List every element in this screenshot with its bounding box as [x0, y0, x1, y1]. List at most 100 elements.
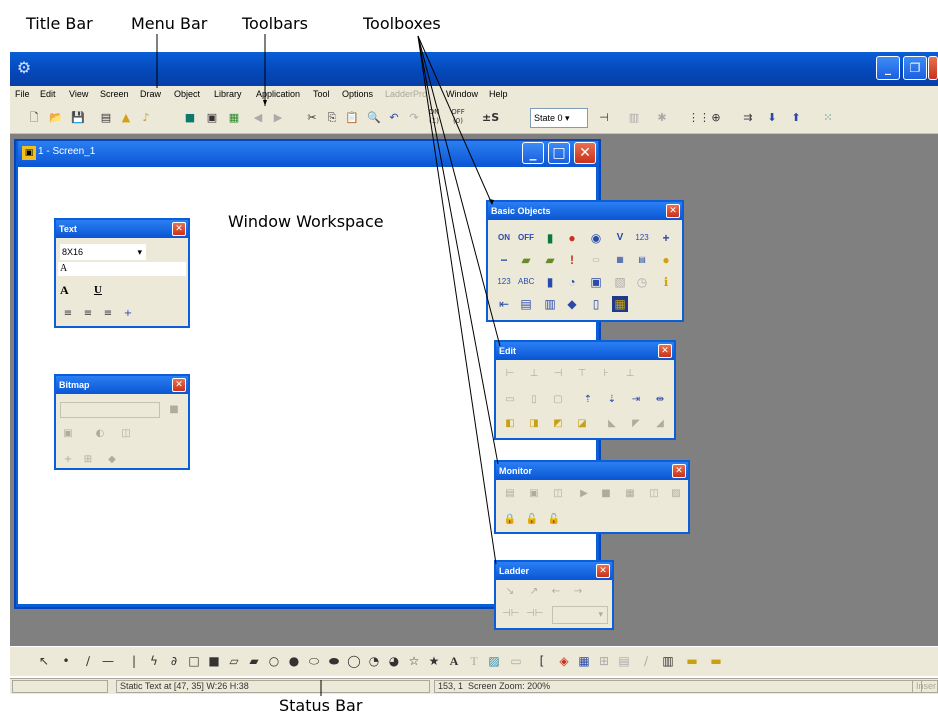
grid-icon[interactable]: ▦	[226, 110, 242, 126]
info-icon[interactable]: ℹ	[658, 274, 674, 290]
run-icon[interactable]: ▶	[576, 486, 592, 502]
lock-icon[interactable]: 🔒	[502, 512, 518, 528]
align-center-icon[interactable]: ≡	[80, 306, 96, 322]
open-folder-icon[interactable]: 📂	[48, 110, 64, 126]
center-v-icon[interactable]: ⇹	[652, 392, 668, 408]
message-icon[interactable]: ▤	[634, 252, 650, 268]
film-icon[interactable]: ▯	[588, 296, 604, 312]
bitmap-select[interactable]	[60, 402, 160, 418]
filled-pie-icon[interactable]: ◕	[386, 652, 402, 670]
snap-icon[interactable]: ⊕	[708, 110, 724, 126]
paste-icon[interactable]: 📋	[344, 110, 360, 126]
screen-maximize-button[interactable]: □	[548, 142, 570, 164]
list-icon[interactable]: ▤	[518, 296, 534, 312]
rectangle-icon[interactable]: □	[186, 652, 202, 670]
app-icon[interactable]: ⚙	[14, 58, 34, 78]
line-icon[interactable]: ∕	[80, 652, 96, 670]
contact-icon[interactable]: ⊣⊢	[502, 606, 519, 622]
bring-forward-icon[interactable]: ◩	[550, 416, 566, 432]
abc-text-icon[interactable]: ▥	[660, 652, 676, 670]
status-icon[interactable]: ▦	[622, 486, 638, 502]
decrement-icon[interactable]: −	[496, 252, 512, 268]
animation-icon[interactable]: ▦	[612, 296, 628, 312]
menu-screen[interactable]: Screen	[100, 89, 129, 99]
table-icon[interactable]: ▥	[542, 296, 558, 312]
monitor-copy-icon[interactable]: ◫	[550, 486, 566, 502]
bar-graph-icon[interactable]: ▮	[542, 274, 558, 290]
menu-tool[interactable]: Tool	[313, 89, 330, 99]
filled-ellipse-icon[interactable]: ⬬	[326, 652, 342, 670]
frame-icon[interactable]: ▭	[508, 652, 524, 670]
text-box-icon[interactable]: T	[466, 652, 482, 670]
space-down-icon[interactable]: ⇣	[604, 392, 620, 408]
dot-icon[interactable]: •	[58, 652, 74, 670]
picture-icon[interactable]: ▨	[486, 652, 502, 670]
menu-object[interactable]: Object	[174, 89, 200, 99]
edit-monitor-icon[interactable]: ▨	[668, 486, 684, 502]
save-icon[interactable]: 💾	[70, 110, 86, 126]
circle-icon[interactable]: ○	[266, 652, 282, 670]
flip-h-icon[interactable]: ◣	[604, 416, 620, 432]
parallelogram-icon[interactable]: ▱	[226, 652, 242, 670]
screen-goto-icon[interactable]: ▰	[518, 252, 534, 268]
bitmap-center-icon[interactable]: ◆	[104, 452, 120, 468]
numeric-icon[interactable]: 123	[634, 230, 650, 246]
text-tool-icon[interactable]: A	[446, 652, 462, 670]
table-tool-icon[interactable]: ▦	[576, 652, 592, 670]
alarm-icon[interactable]: !	[564, 252, 580, 268]
freehand-icon[interactable]: ∂	[166, 652, 182, 670]
simulate-icon[interactable]: ⁙	[820, 110, 836, 126]
monitor-toolbox-close-button[interactable]: ✕	[672, 464, 686, 478]
new-file-icon[interactable]: 🗋	[26, 110, 42, 126]
monitor-window-icon[interactable]: ▣	[526, 486, 542, 502]
bell-icon[interactable]: ♪	[138, 110, 154, 126]
on-button-icon[interactable]: ON	[496, 230, 512, 246]
scale-icon[interactable]: [	[534, 652, 550, 670]
menu-file[interactable]: File	[15, 89, 30, 99]
menu-help[interactable]: Help	[489, 89, 508, 99]
pipe-icon[interactable]: ▤	[616, 652, 632, 670]
screen-icon[interactable]: ■	[182, 110, 198, 126]
arrow-right-icon[interactable]: →	[570, 584, 586, 600]
underline-icon[interactable]: U	[94, 282, 110, 298]
same-height-icon[interactable]: ▯	[526, 392, 542, 408]
calendar-icon[interactable]: ▣	[588, 274, 604, 290]
align-right-edges-icon[interactable]: ⊣	[550, 366, 566, 382]
menu-library[interactable]: Library	[214, 89, 242, 99]
off-state-icon[interactable]: OFF (0)	[450, 108, 466, 125]
align-icon[interactable]: ⊣	[596, 110, 612, 126]
toggle-switch-icon[interactable]: ▮	[542, 230, 558, 246]
meter-icon[interactable]: ◔	[564, 274, 580, 290]
basic-objects-close-button[interactable]: ✕	[666, 204, 680, 218]
menu-ladderpro[interactable]: LadderPro	[385, 89, 427, 99]
bitmap-cross-icon[interactable]: +	[60, 452, 76, 468]
step-icon[interactable]: ⇤	[496, 296, 512, 312]
filled-polygon-icon[interactable]: ★	[426, 652, 442, 670]
bitmap-toolbox-close-button[interactable]: ✕	[172, 378, 186, 392]
space-across-icon[interactable]: ⇡	[580, 392, 596, 408]
ladder-select[interactable]: ▾	[552, 606, 608, 624]
bitmap-import-icon[interactable]: ■	[166, 402, 182, 418]
align-bottom-icon[interactable]: ⊥	[622, 366, 638, 382]
clock-icon[interactable]: ◷	[634, 274, 650, 290]
record-icon[interactable]: ◫	[646, 486, 662, 502]
keypad-icon[interactable]: ▦	[612, 252, 628, 268]
undo-icon[interactable]: ↶	[386, 110, 402, 126]
filled-rectangle-icon[interactable]: ■	[206, 652, 222, 670]
rotate-icon[interactable]: ◢	[652, 416, 668, 432]
push-button-icon[interactable]: ●	[564, 230, 580, 246]
minimize-button[interactable]: _	[876, 56, 900, 80]
properties-icon[interactable]: ▤	[98, 110, 114, 126]
menu-options[interactable]: Options	[342, 89, 373, 99]
send-back-icon[interactable]: ◨	[526, 416, 542, 432]
dimension-icon[interactable]: ∕	[638, 652, 654, 670]
coil-icon[interactable]: ⊣⊢	[526, 606, 543, 622]
state-dropdown[interactable]: State 0 ▾	[530, 108, 588, 128]
window-icon[interactable]: ▣	[204, 110, 220, 126]
down-branch-icon[interactable]: ↘	[502, 584, 518, 600]
menu-view[interactable]: View	[69, 89, 88, 99]
anchor-icon[interactable]: +	[120, 306, 136, 322]
increment-icon[interactable]: +	[658, 230, 674, 246]
cut-icon[interactable]: ✂	[304, 110, 320, 126]
numeric-display-icon[interactable]: 123	[496, 274, 512, 290]
